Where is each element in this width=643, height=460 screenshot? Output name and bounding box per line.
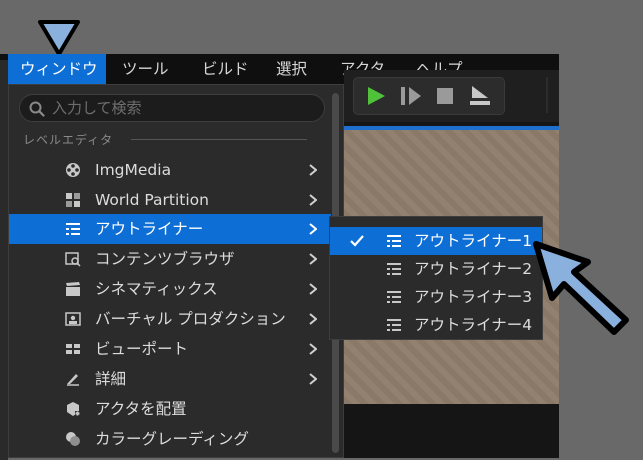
submenu-item-outliner-3[interactable]: アウトライナー3: [330, 283, 542, 311]
menu-item-virtual-production[interactable]: バーチャル プロダクション: [9, 304, 331, 334]
menu-item-imgmedia[interactable]: ImgMedia: [9, 155, 331, 185]
chevron-right-icon: [309, 194, 317, 206]
outliner-icon: [387, 263, 401, 275]
window-menu-dropdown: 入力して検索 レベルエディタ ImgMedia World Partition …: [8, 84, 344, 458]
menu-build[interactable]: ビルド: [190, 54, 261, 84]
menu-item-viewport[interactable]: ビューポート: [9, 334, 331, 364]
search-input[interactable]: 入力して検索: [19, 94, 325, 122]
chevron-right-icon: [309, 313, 317, 325]
eject-icon[interactable]: [468, 84, 492, 108]
stop-icon[interactable]: [436, 87, 454, 105]
play-controls: [353, 77, 505, 115]
menu-item-label: アクタを配置: [95, 400, 187, 418]
pointer-triangle-annotation: [38, 20, 80, 56]
color-grading-icon: [66, 432, 80, 446]
section-divider: [131, 139, 307, 140]
menu-item-details[interactable]: 詳細: [9, 364, 331, 394]
step-forward-icon[interactable]: [400, 86, 422, 106]
menu-item-outliner[interactable]: アウトライナー: [9, 214, 331, 244]
outliner-icon: [387, 319, 401, 331]
menu-item-color-grading[interactable]: カラーグレーディング: [9, 424, 331, 454]
grid-icon: [66, 193, 80, 207]
submenu-item-outliner-4[interactable]: アウトライナー4: [330, 311, 542, 339]
menu-item-label: コンテンツブラウザ: [95, 250, 235, 268]
search-placeholder: 入力して検索: [52, 99, 142, 117]
menu-item-label: アウトライナー: [95, 220, 204, 238]
submenu-item-label: アウトライナー3: [414, 288, 533, 306]
chevron-right-icon: [309, 373, 317, 385]
menu-window[interactable]: ウィンドウ: [8, 54, 106, 84]
menu-item-label: シネマティックス: [95, 280, 218, 298]
menu-item-label: ImgMedia: [95, 161, 172, 179]
menu-item-content-browser[interactable]: コンテンツブラウザ: [9, 244, 331, 274]
place-actors-icon: [67, 402, 80, 416]
outliner-icon: [387, 291, 401, 303]
menu-item-label: ビューポート: [95, 340, 189, 358]
clapperboard-icon: [66, 282, 80, 296]
virtual-production-icon: [65, 312, 81, 326]
viewport-icon: [66, 344, 80, 354]
outliner-icon: [66, 223, 80, 235]
outliner-submenu: アウトライナー1 アウトライナー2 アウトライナー3 アウトライナー4: [329, 216, 543, 340]
chevron-right-icon: [309, 164, 317, 176]
chevron-right-icon: [309, 223, 317, 235]
chevron-right-icon: [309, 253, 317, 265]
submenu-item-label: アウトライナー2: [414, 260, 533, 278]
details-icon: [67, 374, 79, 386]
submenu-item-outliner-2[interactable]: アウトライナー2: [330, 255, 542, 283]
outliner-icon: [387, 235, 401, 247]
menu-tools[interactable]: ツール: [110, 54, 181, 84]
toolbar-separator: [546, 77, 548, 113]
menu-item-cinematics[interactable]: シネマティックス: [9, 274, 331, 304]
play-icon[interactable]: [366, 86, 386, 106]
chevron-right-icon: [309, 283, 317, 295]
menu-item-label: 詳細: [95, 370, 127, 388]
menu-item-label: World Partition: [95, 191, 209, 209]
submenu-item-label: アウトライナー4: [414, 316, 533, 334]
left-panel-edge: [0, 60, 8, 460]
chevron-right-icon: [309, 343, 317, 355]
menu-select[interactable]: 選択: [264, 54, 319, 84]
content-browser-icon: [65, 252, 81, 267]
menu-item-label: カラーグレーディング: [95, 430, 249, 448]
film-reel-icon: [66, 163, 80, 177]
cursor-arrow-annotation: [533, 241, 629, 335]
submenu-item-label: アウトライナー1: [414, 232, 533, 250]
submenu-item-outliner-1[interactable]: アウトライナー1: [330, 227, 542, 255]
menu-item-place-actors[interactable]: アクタを配置: [9, 394, 331, 424]
search-icon: [29, 101, 45, 117]
menu-item-label: バーチャル プロダクション: [95, 310, 286, 328]
menu-item-world-partition[interactable]: World Partition: [9, 185, 331, 215]
checkmark-icon: [350, 235, 364, 247]
section-label-level-editor: レベルエディタ: [23, 133, 114, 147]
